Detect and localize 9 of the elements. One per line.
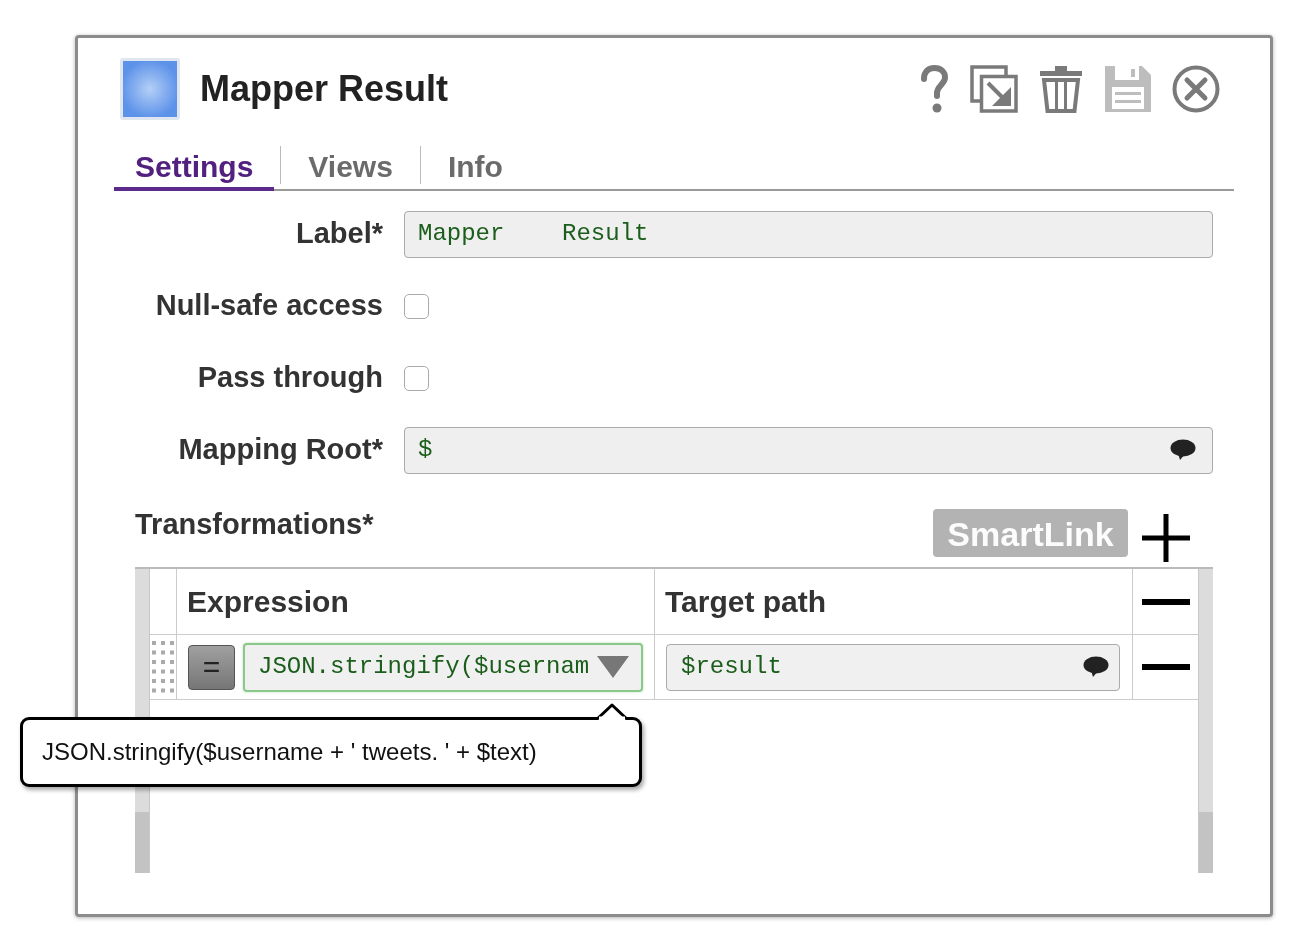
column-header: Expression: [187, 584, 349, 620]
field-label: Pass through: [196, 360, 383, 396]
column-header: Target path: [665, 584, 827, 620]
section-label: Transformations*: [135, 507, 374, 542]
window-title: Mapper Result: [200, 67, 449, 111]
tooltip-text: JSON.stringify($username + ' tweets. ' + $text): [42, 737, 537, 767]
field-label: Mapping Root*: [177, 432, 383, 468]
field-label: Null-safe access: [154, 288, 383, 324]
field-label: Label*: [294, 216, 383, 252]
